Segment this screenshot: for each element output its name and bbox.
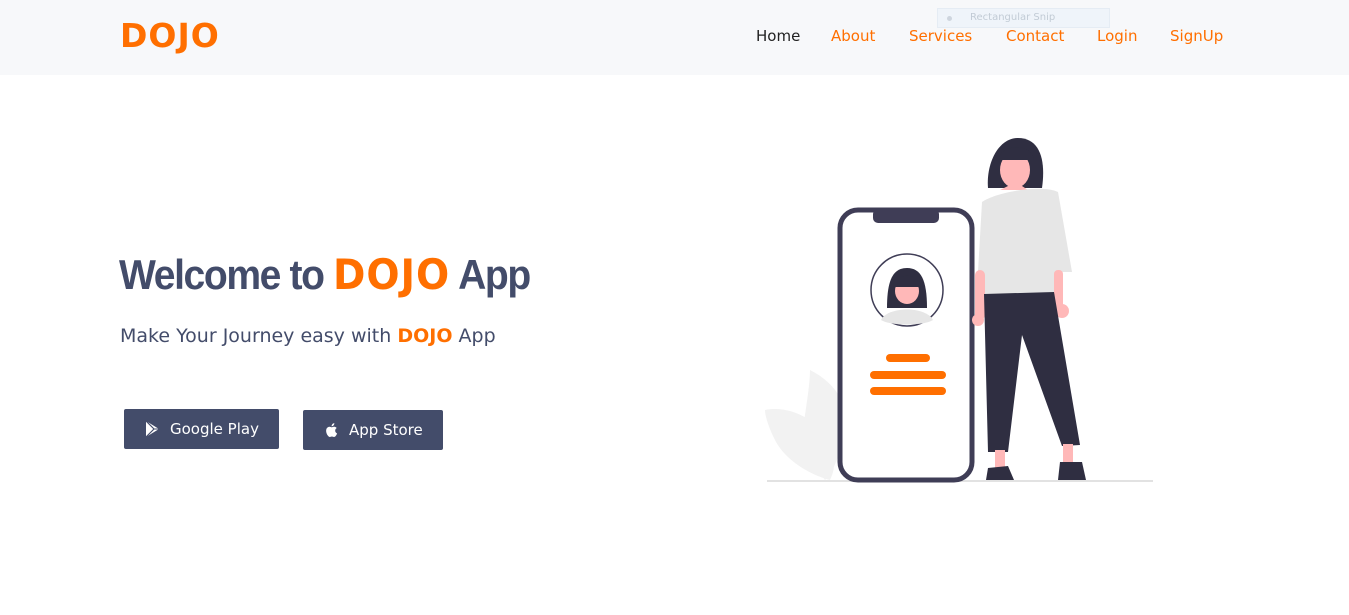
apple-icon <box>326 423 338 437</box>
woman-illustration <box>972 138 1086 480</box>
hero-title-brand: DOJO <box>333 250 451 299</box>
nav-services[interactable]: Services <box>909 27 972 45</box>
snip-dot-icon <box>947 16 952 21</box>
google-play-label: Google Play <box>170 420 259 438</box>
rectangular-snip-tooltip: Rectangular Snip <box>937 8 1110 28</box>
plant-leaf-decoration <box>765 370 846 480</box>
hero-subtitle-brand: DOJO <box>397 325 453 347</box>
phone-illustration <box>837 207 975 483</box>
nav-about[interactable]: About <box>831 27 875 45</box>
woman-with-phone-illustration <box>765 138 1153 483</box>
navbar: DOJO Rectangular Snip Home About Service… <box>0 0 1349 75</box>
google-play-button[interactable]: Google Play <box>124 409 279 449</box>
nav-contact[interactable]: Contact <box>1006 27 1064 45</box>
hero-subtitle-prefix: Make Your Journey easy with <box>120 325 392 347</box>
hero-subtitle: Make Your Journey easy with DOJO App <box>120 325 496 347</box>
app-store-label: App Store <box>349 421 423 439</box>
hero-subtitle-suffix: App <box>458 325 496 347</box>
nav-login[interactable]: Login <box>1097 27 1137 45</box>
hero-title: Welcome to DOJO App <box>119 250 531 299</box>
hero-title-prefix: Welcome to <box>119 251 325 298</box>
nav-home[interactable]: Home <box>756 27 800 45</box>
nav-links: Home About Services Contact Login SignUp <box>0 27 1349 49</box>
play-store-icon <box>145 420 159 438</box>
app-store-button[interactable]: App Store <box>303 410 443 450</box>
hero-title-suffix: App <box>458 251 531 298</box>
nav-signup[interactable]: SignUp <box>1170 27 1223 45</box>
snip-tooltip-label: Rectangular Snip <box>970 12 1056 23</box>
